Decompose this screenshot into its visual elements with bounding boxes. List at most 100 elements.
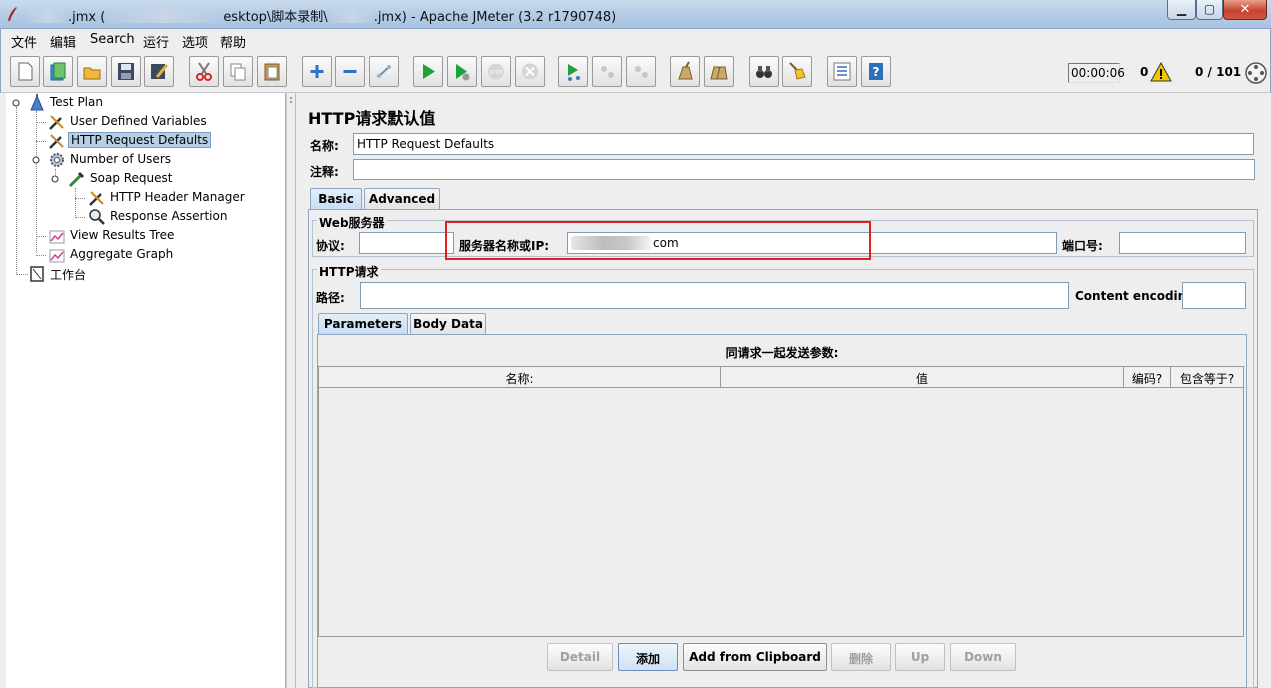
column-header-name[interactable]: 名称: <box>319 367 721 387</box>
comment-field[interactable] <box>353 159 1255 180</box>
name-field[interactable]: HTTP Request Defaults <box>353 133 1254 155</box>
menu-help[interactable]: 帮助 <box>220 32 246 51</box>
down-button[interactable]: Down <box>950 643 1016 671</box>
save-as-button[interactable] <box>144 56 174 87</box>
reset-search-button[interactable] <box>782 56 812 87</box>
redacted-text <box>26 9 68 23</box>
remote-shutdown-button[interactable] <box>626 56 656 87</box>
http-request-title: HTTP请求 <box>317 263 381 280</box>
parameters-table-body[interactable] <box>318 388 1244 637</box>
tree-item-label: HTTP Header Manager <box>110 190 245 204</box>
test-plan-icon <box>30 94 44 111</box>
tree-line <box>36 122 46 123</box>
http-request-defaults-panel: HTTP请求默认值 名称: HTTP Request Defaults 注释: … <box>295 93 1271 688</box>
error-count: 0 <box>1140 65 1149 79</box>
toggle-button[interactable] <box>369 56 399 87</box>
svg-text:?: ? <box>873 65 880 79</box>
menu-options[interactable]: 选项 <box>182 32 208 51</box>
save-as-icon <box>151 64 169 79</box>
tree-line <box>16 274 28 275</box>
tree-line <box>36 141 46 142</box>
detail-button[interactable]: Detail <box>547 643 613 671</box>
open-button[interactable] <box>77 56 107 87</box>
templates-icon <box>50 62 66 81</box>
redacted-host <box>571 236 651 250</box>
tab-body-data[interactable]: Body Data <box>410 313 486 335</box>
stop-button[interactable]: STOP <box>481 56 511 87</box>
path-field[interactable] <box>360 282 1069 309</box>
collapse-toggle[interactable] <box>51 175 59 183</box>
remote-stop-button[interactable] <box>592 56 622 87</box>
port-label: 端口号: <box>1062 239 1103 253</box>
minimize-button[interactable]: ▁ <box>1167 0 1196 20</box>
redacted-text <box>327 9 374 23</box>
add-button[interactable]: 添加 <box>618 643 678 671</box>
list-icon <box>833 62 851 81</box>
collapse-all-button[interactable] <box>335 56 365 87</box>
templates-button[interactable] <box>43 56 73 87</box>
shutdown-button[interactable] <box>515 56 545 87</box>
clear-all-icon <box>710 66 728 80</box>
close-icon: ✕ <box>1239 2 1251 17</box>
wrench-icon <box>49 134 64 149</box>
new-button[interactable] <box>10 56 40 87</box>
tree-line <box>36 111 37 253</box>
panel-splitter[interactable] <box>286 93 295 688</box>
window-title: .jmx (esktop\脚本录制\ .jmx) - Apache JMeter … <box>26 6 616 25</box>
protocol-field[interactable] <box>359 232 454 254</box>
tree-line <box>16 107 17 275</box>
menu-edit[interactable]: 编辑 <box>50 32 76 51</box>
binoculars-icon <box>756 66 772 78</box>
close-button[interactable]: ✕ <box>1223 0 1267 20</box>
tab-basic[interactable]: Basic <box>310 188 362 210</box>
start-no-pause-icon <box>456 64 470 81</box>
clear-button[interactable] <box>670 56 700 87</box>
path-label: 路径: <box>316 291 345 305</box>
remote-status-icon[interactable] <box>1244 61 1268 85</box>
redacted-text <box>105 9 224 23</box>
collapse-toggle[interactable] <box>12 99 20 107</box>
title-part: .jmx) - Apache JMeter (3.2 r1790748) <box>373 10 617 25</box>
save-icon <box>118 63 134 80</box>
menu-run[interactable]: 运行 <box>143 32 169 51</box>
svg-text:STOP: STOP <box>489 70 502 76</box>
broom-icon <box>789 62 806 80</box>
column-header-encode[interactable]: 编码? <box>1124 367 1171 387</box>
search-button[interactable] <box>749 56 779 87</box>
start-button[interactable] <box>413 56 443 87</box>
up-button[interactable]: Up <box>895 643 945 671</box>
menu-file[interactable]: 文件 <box>11 32 37 51</box>
column-header-include-equals[interactable]: 包含等于? <box>1171 367 1243 387</box>
menu-search[interactable]: Search <box>90 32 135 47</box>
maximize-button[interactable]: ▢ <box>1196 0 1223 20</box>
port-field[interactable] <box>1119 232 1246 254</box>
warning-icon[interactable] <box>1150 62 1172 82</box>
toggle-icon <box>377 65 391 78</box>
chart-icon <box>49 230 65 244</box>
delete-button[interactable]: 删除 <box>831 643 891 671</box>
tab-advanced[interactable]: Advanced <box>364 188 440 210</box>
remote-start-icon <box>568 64 580 81</box>
copy-icon <box>230 63 246 81</box>
add-from-clipboard-button[interactable]: Add from Clipboard <box>683 643 827 671</box>
server-name-field[interactable]: com <box>567 232 1057 254</box>
column-header-value[interactable]: 值 <box>721 367 1124 387</box>
web-server-title: Web服务器 <box>317 214 387 231</box>
cut-button[interactable] <box>189 56 219 87</box>
collapse-toggle[interactable] <box>32 156 40 164</box>
start-no-pauses-button[interactable] <box>447 56 477 87</box>
expand-all-button[interactable] <box>302 56 332 87</box>
parameters-table-header: 名称: 值 编码? 包含等于? <box>318 366 1244 388</box>
save-button[interactable] <box>111 56 141 87</box>
copy-button[interactable] <box>223 56 253 87</box>
splitter-grip <box>290 97 292 99</box>
help-button[interactable]: ? <box>861 56 891 87</box>
function-helper-button[interactable] <box>827 56 857 87</box>
tab-parameters[interactable]: Parameters <box>318 313 408 335</box>
minimize-icon: ▁ <box>1176 2 1187 16</box>
clear-all-button[interactable] <box>704 56 734 87</box>
tree-item-label: Test Plan <box>50 95 103 109</box>
remote-start-button[interactable] <box>558 56 588 87</box>
paste-button[interactable] <box>257 56 287 87</box>
content-encoding-field[interactable] <box>1182 282 1246 309</box>
